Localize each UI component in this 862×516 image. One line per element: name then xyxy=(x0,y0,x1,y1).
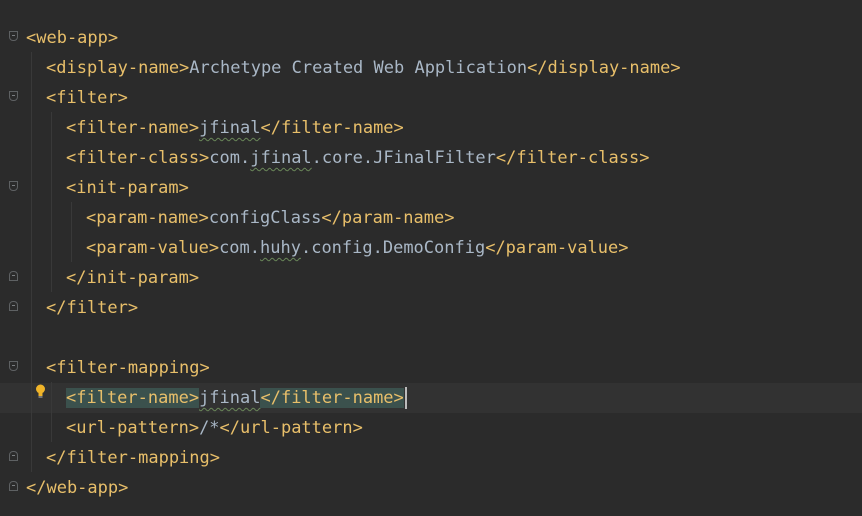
xml-tag: <init-param> xyxy=(66,178,189,198)
code-line-content[interactable]: <filter> xyxy=(46,83,128,113)
code-line-content[interactable]: </filter> xyxy=(46,293,138,323)
code-line-content[interactable]: <url-pattern>/*</url-pattern> xyxy=(66,413,363,443)
xml-tag: </filter-name> xyxy=(260,388,404,408)
xml-tag: <param-name> xyxy=(86,208,209,228)
code-line-content[interactable]: <init-param> xyxy=(66,173,189,203)
code-line[interactable]: <url-pattern>/*</url-pattern> xyxy=(0,413,862,443)
xml-tag: <filter> xyxy=(46,88,128,108)
fold-open-icon[interactable] xyxy=(9,91,18,101)
xml-tag: </init-param> xyxy=(66,268,200,288)
code-line[interactable]: </init-param> xyxy=(0,263,862,293)
fold-open-icon[interactable] xyxy=(9,181,18,191)
fold-open-icon[interactable] xyxy=(9,361,18,371)
xml-tag: <filter-name> xyxy=(66,388,200,408)
xml-text: com. xyxy=(219,238,261,258)
code-line[interactable]: <filter-name>jfinal</filter-name> xyxy=(0,113,862,143)
xml-tag: </filter> xyxy=(46,298,139,318)
xml-text: /* xyxy=(199,418,220,438)
code-line[interactable]: <filter-mapping> xyxy=(0,353,862,383)
xml-tag: </param-name> xyxy=(321,208,455,228)
code-line[interactable]: <filter-class>com.jfinal.core.JFinalFilt… xyxy=(0,143,862,173)
code-line[interactable]: <filter-name>jfinal</filter-name> xyxy=(0,383,862,413)
code-line-content[interactable]: </filter-mapping> xyxy=(46,443,220,473)
xml-tag: </param-value> xyxy=(485,238,629,258)
indent-guide xyxy=(71,202,72,262)
fold-close-icon[interactable] xyxy=(9,301,18,311)
xml-tag: </web-app> xyxy=(26,478,129,498)
code-line-content[interactable]: <display-name>Archetype Created Web Appl… xyxy=(46,53,681,83)
xml-text: jfinal xyxy=(250,148,312,168)
xml-tag: </filter-name> xyxy=(260,118,404,138)
xml-tag: <param-value> xyxy=(86,238,220,258)
code-line-content[interactable]: <param-name>configClass</param-name> xyxy=(86,203,454,233)
code-line[interactable]: <filter> xyxy=(0,83,862,113)
xml-tag: </url-pattern> xyxy=(219,418,363,438)
code-line-content[interactable]: <filter-name>jfinal</filter-name> xyxy=(66,383,407,413)
xml-text: jfinal xyxy=(199,388,261,408)
xml-text: .core.JFinalFilter xyxy=(311,148,496,168)
code-line-content[interactable]: <filter-class>com.jfinal.core.JFinalFilt… xyxy=(66,143,649,173)
xml-tag: </filter-mapping> xyxy=(46,448,220,468)
fold-close-icon[interactable] xyxy=(9,481,18,491)
code-line[interactable]: </filter> xyxy=(0,293,862,323)
xml-tag: </filter-class> xyxy=(495,148,650,168)
code-line-content[interactable]: <filter-name>jfinal</filter-name> xyxy=(66,113,404,143)
xml-tag: <filter-mapping> xyxy=(46,358,210,378)
xml-text: .config.DemoConfig xyxy=(300,238,486,258)
code-line-content[interactable]: </init-param> xyxy=(66,263,199,293)
xml-tag: <web-app> xyxy=(26,28,119,48)
xml-tag: <url-pattern> xyxy=(66,418,200,438)
code-line[interactable]: <param-name>configClass</param-name> xyxy=(0,203,862,233)
indent-guide xyxy=(51,382,52,442)
code-line[interactable]: <display-name>Archetype Created Web Appl… xyxy=(0,53,862,83)
indent-guide xyxy=(51,112,52,292)
code-line-content[interactable]: </web-app> xyxy=(26,473,128,503)
xml-text: jfinal xyxy=(199,118,261,138)
xml-text: configClass xyxy=(208,208,322,228)
code-line[interactable] xyxy=(0,323,862,353)
code-line-content[interactable]: <web-app> xyxy=(26,23,118,53)
code-line-content[interactable]: <filter-mapping> xyxy=(46,353,210,383)
code-line[interactable]: </web-app> xyxy=(0,473,862,503)
xml-text: Archetype Created Web Application xyxy=(189,58,528,78)
text-caret xyxy=(404,387,407,409)
xml-tag: <display-name> xyxy=(46,58,190,78)
xml-text: huhy xyxy=(260,238,301,258)
xml-tag: <filter-class> xyxy=(66,148,210,168)
code-line[interactable]: <param-value>com.huhy.config.DemoConfig<… xyxy=(0,233,862,263)
xml-tag: <filter-name> xyxy=(66,118,200,138)
xml-text: com. xyxy=(209,148,251,168)
code-line[interactable]: <web-app> xyxy=(0,23,862,53)
fold-close-icon[interactable] xyxy=(9,271,18,281)
lightbulb-icon[interactable] xyxy=(35,384,46,398)
code-line[interactable]: <init-param> xyxy=(0,173,862,203)
indent-guide xyxy=(31,52,32,472)
code-line[interactable]: </filter-mapping> xyxy=(0,443,862,473)
xml-tag: </display-name> xyxy=(527,58,681,78)
fold-open-icon[interactable] xyxy=(9,31,18,41)
code-line-content[interactable]: <param-value>com.huhy.config.DemoConfig<… xyxy=(86,233,629,263)
code-editor[interactable]: <web-app> <display-name>Archetype Created… xyxy=(0,0,862,516)
fold-close-icon[interactable] xyxy=(9,451,18,461)
